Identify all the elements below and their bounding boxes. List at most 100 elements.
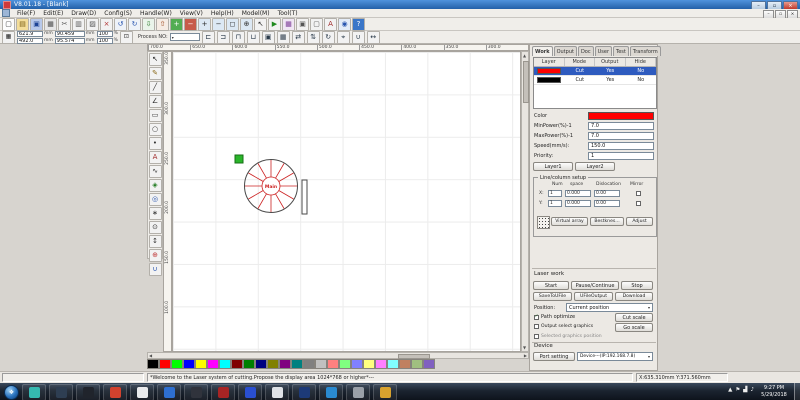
x-mirror-checkbox[interactable] <box>636 191 641 196</box>
text-tool-icon[interactable]: A <box>148 151 162 164</box>
rectangle-tool-icon[interactable]: ▭ <box>148 109 162 122</box>
palette-color[interactable] <box>159 359 171 369</box>
impeller-graphic[interactable]: Main <box>244 159 298 213</box>
polyline-tool-icon[interactable]: ∠ <box>148 95 162 108</box>
start-button[interactable]: Start <box>533 281 569 290</box>
taskbar-app[interactable] <box>184 384 208 400</box>
palette-color[interactable] <box>351 359 363 369</box>
select-tool-icon[interactable]: ↖ <box>148 53 162 66</box>
palette-color[interactable] <box>291 359 303 369</box>
x-position-input[interactable]: 621.9 <box>17 30 43 37</box>
ellipse-tool-icon[interactable]: ○ <box>148 123 162 136</box>
paste-icon[interactable]: ▨ <box>86 17 99 31</box>
show-desktop-button[interactable] <box>794 383 800 400</box>
device-select[interactable]: Device---(IP:192.168.7.8) ▾ <box>577 352 653 361</box>
slot-rectangle[interactable] <box>301 179 308 215</box>
y-space-input[interactable]: 0.000 <box>565 200 591 207</box>
palette-color[interactable] <box>303 359 315 369</box>
menu-item[interactable]: File(F) <box>13 10 39 17</box>
align-center-icon[interactable]: ▣ <box>261 30 275 44</box>
save-to-ufile-button[interactable]: SaveToUFile <box>533 292 572 301</box>
vertical-scrollbar[interactable]: ▲ ▼ <box>521 51 529 352</box>
y-position-input[interactable]: 492.0 <box>17 37 43 44</box>
rotate-icon[interactable]: ↻ <box>321 30 335 44</box>
menu-item[interactable]: Handle(W) <box>136 10 176 17</box>
align-right-icon[interactable]: ⊐ <box>216 30 230 44</box>
go-scale-button[interactable]: Go scale <box>615 323 653 332</box>
layer-row[interactable]: Cut Yes No <box>534 76 656 85</box>
menu-item[interactable]: Model(M) <box>238 10 274 17</box>
mdi-child-icon[interactable] <box>2 9 10 17</box>
process-number-select[interactable]: ▾ <box>169 33 200 41</box>
taskbar-app[interactable] <box>22 384 46 400</box>
taskbar-app[interactable] <box>157 384 181 400</box>
mirror-horizontal-icon[interactable]: ⇄ <box>291 30 305 44</box>
download-button[interactable]: Download <box>615 292 653 301</box>
menu-item[interactable]: Tool(T) <box>274 10 302 17</box>
menu-item[interactable]: Config(S) <box>100 10 136 17</box>
palette-color[interactable] <box>411 359 423 369</box>
palette-color[interactable] <box>339 359 351 369</box>
array-copy-icon[interactable]: ▦ <box>282 17 295 31</box>
delete-icon[interactable]: × <box>100 17 113 31</box>
palette-color[interactable] <box>171 359 183 369</box>
open-file-icon[interactable]: ▤ <box>16 17 29 31</box>
palette-color[interactable] <box>195 359 207 369</box>
text-icon[interactable]: A <box>324 17 337 31</box>
palette-color[interactable] <box>387 359 399 369</box>
move-tool-icon[interactable]: ∗ <box>148 207 162 220</box>
x-scale-input[interactable]: 100 <box>96 30 113 37</box>
select-all-icon[interactable]: ↖ <box>254 17 267 31</box>
y-num-input[interactable]: 1 <box>548 200 562 207</box>
path-optimize-checkbox[interactable]: ✓ <box>534 314 539 320</box>
show-hidden-icons-icon[interactable]: ▲ <box>728 387 732 393</box>
param-value-input[interactable]: 7.0 <box>588 131 654 140</box>
scroll-up-icon[interactable]: ▲ <box>523 53 526 58</box>
taskbar-app[interactable] <box>265 384 289 400</box>
scroll-right-icon[interactable]: ▶ <box>524 353 527 358</box>
group-icon[interactable]: ▣ <box>296 17 309 31</box>
palette-color[interactable] <box>279 359 291 369</box>
param-value-input[interactable]: 7.0 <box>588 121 654 130</box>
x-num-input[interactable]: 1 <box>548 190 562 197</box>
adjust-button[interactable]: Adjust <box>626 217 653 226</box>
drawing-canvas[interactable]: Main <box>172 51 521 352</box>
menu-item[interactable]: Edit(E) <box>39 10 67 17</box>
measure-icon[interactable]: ↔ <box>366 30 380 44</box>
laser-origin-marker[interactable] <box>234 154 244 164</box>
align-top-icon[interactable]: ⊓ <box>231 30 245 44</box>
horizontal-scrollbar[interactable]: ◀ ▶ <box>147 352 529 359</box>
palette-color[interactable] <box>399 359 411 369</box>
align-bottom-icon[interactable]: ⊔ <box>246 30 260 44</box>
laser-head-position-icon[interactable]: ⊕ <box>148 249 162 262</box>
network-icon[interactable]: ▟ <box>743 387 747 393</box>
simulate-icon[interactable]: ▶ <box>268 17 281 31</box>
layer-color-button[interactable] <box>588 111 654 120</box>
panel-tab[interactable]: Work <box>532 46 553 56</box>
height-input[interactable]: 95.574 <box>54 37 85 44</box>
palette-color[interactable] <box>207 359 219 369</box>
same-size-icon[interactable]: ▦ <box>276 30 290 44</box>
zoom-window-icon[interactable]: ◻ <box>226 17 239 31</box>
taskbar-app[interactable] <box>103 384 127 400</box>
weld-tool-icon[interactable]: ∪ <box>148 263 162 276</box>
palette-color[interactable] <box>243 359 255 369</box>
palette-color[interactable] <box>423 359 435 369</box>
width-input[interactable]: 90.459 <box>54 30 85 37</box>
taskbar-app[interactable] <box>49 384 73 400</box>
taskbar-app[interactable] <box>373 384 397 400</box>
selected-graphics-position-checkbox[interactable] <box>534 334 539 339</box>
taskbar-app[interactable] <box>211 384 235 400</box>
preview-icon[interactable]: ◉ <box>338 17 351 31</box>
capture-tool-icon[interactable]: ◈ <box>148 179 162 192</box>
mirror-vertical-icon[interactable]: ⇅ <box>306 30 320 44</box>
title-bar[interactable]: V8.01.18 - [Blank] – ▫ × <box>0 0 800 10</box>
taskbar-app[interactable] <box>130 384 154 400</box>
offset-tool-icon[interactable]: ◎ <box>148 193 162 206</box>
weld-icon[interactable]: ∪ <box>351 30 365 44</box>
palette-color[interactable] <box>363 359 375 369</box>
palette-color[interactable] <box>183 359 195 369</box>
taskbar-clock[interactable]: 9:27 PM 5/29/2018 <box>756 385 792 398</box>
panel-tab[interactable]: Test <box>613 46 629 56</box>
align-left-icon[interactable]: ⊏ <box>201 30 215 44</box>
